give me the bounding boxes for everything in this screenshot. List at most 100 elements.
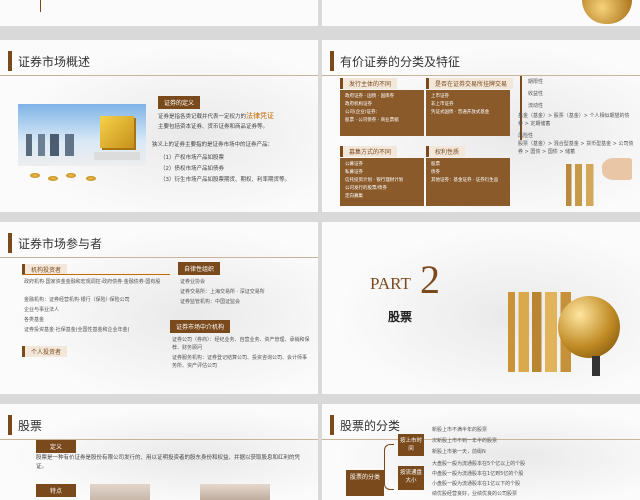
skyline-icon bbox=[26, 134, 86, 156]
slide-stock[interactable]: 股票 定义 股票是一种有价证券是股份有限公司发行的、用以证明投资者的股东身份和权… bbox=[0, 404, 318, 500]
definition-text: 证券是指各类记载并代表一定权力的法律凭证 bbox=[158, 112, 310, 122]
box-item: 政府机构证券 bbox=[345, 102, 372, 107]
box-title: 是否在证券交易所挂牌交易 bbox=[426, 78, 514, 89]
bracket-line bbox=[384, 444, 394, 490]
box-item: 政府证券 · 国债 · 国库券 bbox=[345, 94, 395, 99]
slide-title: 证券市场参与者 bbox=[18, 236, 103, 251]
part-subtitle: 股票 bbox=[388, 310, 413, 324]
divider bbox=[22, 274, 170, 275]
box-title: 募集方式的不同 bbox=[340, 146, 398, 157]
feature-item: 期限性 bbox=[528, 79, 544, 85]
title-accent bbox=[330, 51, 334, 71]
part-number: 2 bbox=[420, 257, 440, 302]
feature-item: 股票（基金）> 混合型基金 > 货币型基金 > 公司债券 > 国债 > 国债 >… bbox=[518, 141, 634, 155]
investor-item: 企业与事业法人 bbox=[24, 307, 60, 313]
slide-classification[interactable]: 有价证券的分类及特征 发行主体的不同 政府证券 · 国债 · 国库券 政府机构证… bbox=[322, 40, 640, 212]
box-issuer: 政府证券 · 国债 · 国库券 政府机构证券 公司(企业)证券： 股票 · 公司… bbox=[340, 90, 424, 136]
pedestal bbox=[94, 152, 140, 160]
self-item: 证券监管机构：中国证监会 bbox=[180, 299, 241, 305]
box-rights: 股票 债券 其他证券：基金证券 · 证券衍生品 bbox=[426, 158, 510, 206]
size-item: 绩优股经营良好，业绩优良的公司股票 bbox=[432, 491, 518, 497]
investor-item: 政府机构·国家资金金融和宏观调控·政府债券·金融债券·国有股 bbox=[24, 279, 161, 285]
slide-title: 有价证券的分类及特征 bbox=[340, 54, 461, 69]
intermediary-item: 证券公司（券商）：经纪业务、自营业务、资产管理、承销和保荐、财务顾问 bbox=[172, 337, 310, 351]
slide-title: 证券市场概述 bbox=[18, 54, 91, 69]
box-item: 其他证券：基金证券 · 证券衍生品 bbox=[431, 178, 499, 183]
box-item: 非上市证券 bbox=[431, 102, 454, 107]
title-accent bbox=[8, 415, 12, 435]
photo-person bbox=[90, 484, 150, 500]
listing-item: 新股上市第一天，前缀N bbox=[432, 449, 486, 455]
slide-participants[interactable]: 证券市场参与者 机构投资者 政府机构·国家资金金融和宏观调控·政府债券·金融债券… bbox=[0, 222, 318, 394]
coin-icon bbox=[86, 176, 96, 181]
box-item: 股票 · 公司债券 · 商业票据 bbox=[345, 118, 399, 123]
businessman-icon bbox=[592, 356, 600, 376]
listing-item: 次新股上市不到一年半的股票 bbox=[432, 438, 498, 444]
definition-highlight: 法律凭证 bbox=[246, 112, 275, 120]
intermediary-item: 证券服务机构：证券登记结算公司、投资咨询公司、会计师事务所、资产评估公司 bbox=[172, 355, 308, 369]
listing-item: 新股上市不满半年的股票 bbox=[432, 427, 488, 433]
list-item: （3）衍生市场产品如股票期货、期权、利率期货等。 bbox=[160, 177, 291, 183]
slide-title-bar: 股票 bbox=[0, 414, 42, 436]
investor-item: 各类基金 bbox=[24, 317, 45, 323]
slide-top-right-partial[interactable] bbox=[322, 0, 640, 26]
gold-cube-icon bbox=[100, 116, 134, 148]
box-item: 股票 bbox=[431, 162, 440, 167]
box-title: 权利性质 bbox=[426, 146, 466, 157]
box-item: 公司发行的股票/债券 bbox=[345, 186, 388, 191]
part-word: PART bbox=[370, 274, 411, 293]
narrow-definition: 狭义上的证券主要指的是证券市场中的证券产品： bbox=[152, 142, 274, 148]
definition-text: 股票是一种有价证券是股份有限公司发行的、用以证明投资者的股东身份和权益、并据以获… bbox=[36, 455, 301, 470]
title-accent bbox=[8, 233, 12, 253]
title-rule bbox=[0, 75, 318, 76]
slide-overview[interactable]: 证券市场概述 证券的定义 证券是指各类记载并代表一定权力的法律凭证 主要包括资本… bbox=[0, 40, 318, 212]
box-item: 公募证券 bbox=[345, 162, 363, 167]
category-node: 按流通盘大小 bbox=[398, 466, 424, 490]
size-item: 小盘股一般为流通股本在1亿以下的个股 bbox=[432, 481, 521, 487]
definition-line1a: 证券是指各类记载并代表一定权力的 bbox=[158, 114, 247, 120]
section-label: 证券市场中介机构 bbox=[170, 320, 231, 333]
slide-title-bar: 证券市场概述 bbox=[0, 50, 90, 72]
slide-top-left-partial[interactable] bbox=[0, 0, 318, 26]
list-item: （1）产权市场产品如股票 bbox=[160, 155, 225, 161]
section-label: 自律性组织 bbox=[178, 262, 221, 275]
slide-title-bar: 有价证券的分类及特征 bbox=[322, 50, 460, 72]
city-skyline-image bbox=[18, 104, 146, 166]
center-node: 股票的分类 bbox=[346, 470, 384, 496]
coin-icon bbox=[66, 173, 76, 178]
title-accent bbox=[8, 51, 12, 71]
box-item: 信托投资计划 · 银行理财计划 bbox=[345, 178, 404, 183]
feature-item: 收益性 bbox=[528, 91, 544, 97]
slide-thumbnail-grid: 证券市场概述 证券的定义 证券是指各类记载并代表一定权力的法律凭证 主要包括资本… bbox=[0, 0, 640, 500]
category-node: 按上市时间 bbox=[398, 434, 424, 456]
definition-line2: 主要包括资本证券、货币证券和商品证券等。 bbox=[158, 124, 269, 130]
feature-item: 基金（基金）> 股票（基金）> 个人相似期望的债券 > 定期储蓄 bbox=[518, 113, 630, 127]
investor-item: 证券投资基金·社保基金(全国性基金和企业年金) bbox=[24, 327, 130, 333]
self-item: 证券业协会 bbox=[180, 279, 206, 285]
feature-item: 风险性 bbox=[518, 133, 534, 139]
box-item: 公司(企业)证券： bbox=[345, 110, 381, 115]
bracket-line bbox=[520, 76, 522, 140]
coin-icon bbox=[48, 176, 58, 181]
title-accent bbox=[330, 415, 334, 435]
box-raising: 公募证券 私募证券 信托投资计划 · 银行理财计划 公司发行的股票/债券 定向募… bbox=[340, 158, 424, 206]
title-rule bbox=[322, 75, 640, 76]
divider bbox=[40, 0, 41, 12]
photo-person bbox=[200, 484, 270, 500]
slide-stock-classification[interactable]: 股票的分类 股票的分类 按上市时间 按流通盘大小 新股上市不满半年的股票 次新股… bbox=[322, 404, 640, 500]
slide-title: 股票 bbox=[18, 418, 43, 433]
feature-item: 流动性 bbox=[528, 103, 544, 109]
slide-part2[interactable]: PART 2 股票 bbox=[322, 222, 640, 394]
feature-label: 特点 bbox=[36, 484, 77, 497]
box-item: 凭证式国债 · 普通开放式基金 bbox=[431, 110, 490, 115]
title-rule bbox=[0, 257, 318, 258]
globe-icon bbox=[558, 296, 620, 358]
box-listing: 上市证券 非上市证券 凭证式国债 · 普通开放式基金 bbox=[426, 90, 510, 136]
box-item: 债券 bbox=[431, 170, 440, 175]
box-item: 上市证券 bbox=[431, 94, 449, 99]
slide-title-bar: 股票的分类 bbox=[322, 414, 400, 436]
investor-item: 金融机构：证券经营机构·银行（保险）·保险公司 bbox=[24, 297, 130, 303]
box-item: 定向募集 bbox=[345, 194, 363, 199]
hand-icon bbox=[602, 158, 632, 180]
size-item: 大盘股一般为流通股本在5个亿以上的个股 bbox=[432, 461, 526, 467]
